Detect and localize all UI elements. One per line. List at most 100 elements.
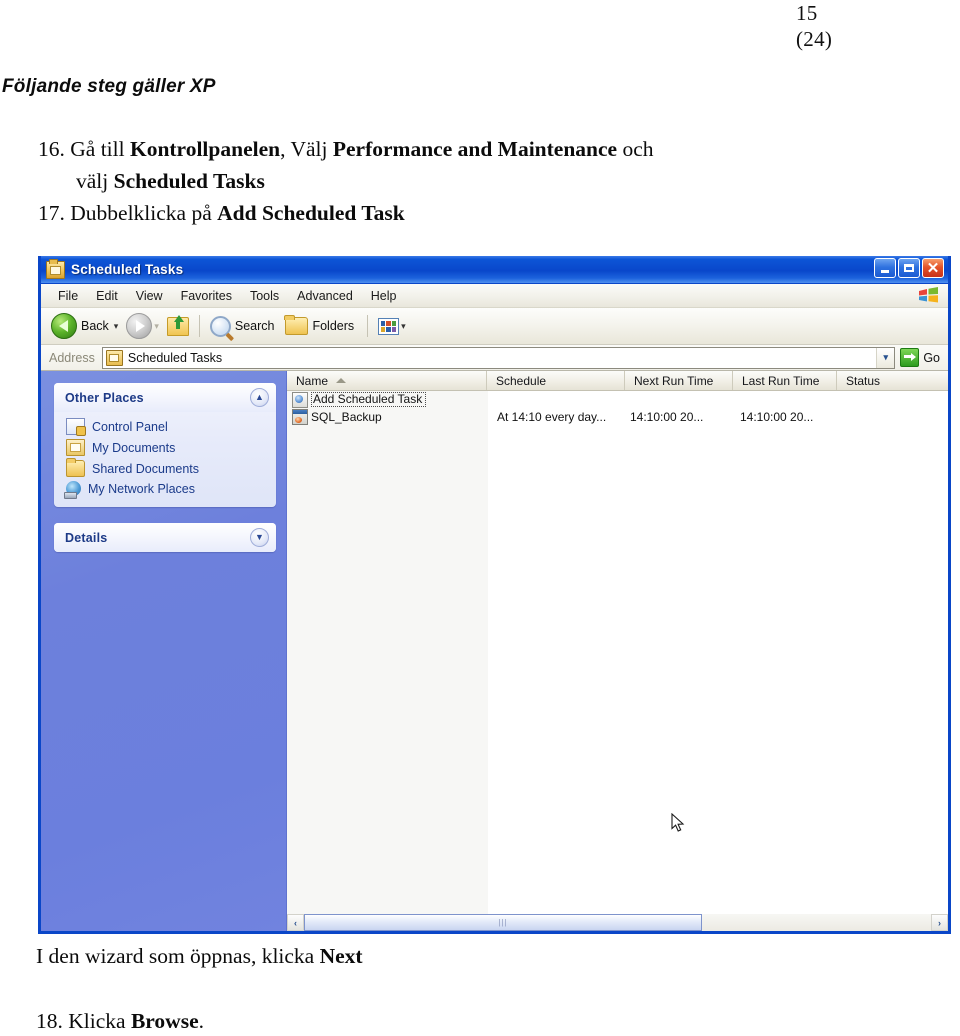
close-icon: ✕ [926, 259, 940, 277]
explorer-sidebar: Other Places ▲ Control Panel My Document… [41, 371, 287, 931]
after-screenshot-text: I den wizard som öppnas, klicka Next [36, 941, 363, 971]
go-button[interactable]: Go [895, 348, 948, 367]
step-16-number: 16. [38, 137, 65, 161]
sidebar-item-label: Shared Documents [92, 461, 200, 476]
scrollbar-grip: ||| [498, 918, 508, 927]
cell-last-run-time: 14:10:00 20... [740, 409, 814, 424]
step-16-bold-b: Performance and Maintenance [332, 137, 618, 161]
other-places-header[interactable]: Other Places ▲ [54, 383, 276, 412]
column-header-schedule[interactable]: Schedule [487, 371, 625, 390]
horizontal-scrollbar[interactable]: ‹ ||| › [287, 914, 948, 931]
window-titlebar: Scheduled Tasks ✕ [41, 256, 948, 284]
go-label: Go [923, 350, 940, 365]
views-dropdown-icon[interactable]: ▾ [401, 321, 406, 332]
column-header-status[interactable]: Status [837, 371, 947, 390]
scheduled-tasks-window: Scheduled Tasks ✕ File Edit View Favorit… [38, 256, 951, 934]
scrollbar-thumb[interactable]: ||| [304, 914, 703, 931]
menu-tools[interactable]: Tools [241, 288, 288, 304]
scroll-left-button[interactable]: ‹ [287, 914, 304, 931]
folders-button[interactable]: Folders [281, 311, 361, 341]
step-16-text-b: , Välj [280, 137, 333, 161]
step-16-line2-bold: Scheduled Tasks [113, 169, 265, 193]
scheduled-tasks-icon [46, 258, 65, 279]
back-button[interactable]: Back ▾ [47, 311, 122, 341]
address-input[interactable]: Scheduled Tasks ▾ [101, 346, 896, 369]
sidebar-item-label: My Documents [92, 440, 176, 455]
magnifier-icon [209, 315, 231, 337]
column-header-name[interactable]: Name [287, 371, 487, 390]
up-folder-icon [166, 314, 189, 336]
sidebar-item-control-panel[interactable]: Control Panel [54, 416, 276, 437]
table-row[interactable]: Add Scheduled Task [287, 391, 948, 408]
sidebar-item-label: My Network Places [88, 481, 195, 496]
task-name-label: SQL_Backup [311, 409, 382, 424]
window-title: Scheduled Tasks [71, 262, 184, 277]
page-number-current: 15 [796, 1, 818, 25]
window-controls: ✕ [874, 258, 944, 278]
step-17-text-a: Dubbelklicka på [70, 201, 218, 225]
menu-help[interactable]: Help [362, 288, 406, 304]
search-label: Search [234, 319, 275, 333]
page-number: 15 (24) [796, 0, 916, 52]
cell-next-run-time: 14:10:00 20... [630, 409, 704, 424]
menubar: File Edit View Favorites Tools Advanced … [41, 284, 948, 308]
toolbar-separator-1 [198, 315, 200, 337]
scrollbar-track[interactable]: ||| [304, 914, 931, 931]
minimize-button[interactable] [874, 258, 896, 278]
views-icon [378, 317, 400, 335]
other-places-title: Other Places [65, 390, 144, 405]
instruction-steps: 16. Gå till Kontrollpanelen, Välj Perfor… [38, 133, 918, 229]
chevron-down-icon: ▾ [883, 352, 889, 362]
my-documents-icon [66, 439, 85, 456]
shared-documents-icon [66, 458, 85, 477]
chevron-down-icon[interactable]: ▼ [250, 528, 269, 547]
forward-dropdown-icon[interactable]: ▾ [154, 321, 159, 332]
details-panel: Details ▼ [54, 523, 276, 552]
sidebar-item-shared-documents[interactable]: Shared Documents [54, 458, 276, 479]
task-rows: Add Scheduled Task SQL_Backup At 14:10 e… [287, 391, 948, 914]
menu-view[interactable]: View [127, 288, 172, 304]
after-screenshot-bold: Next [319, 944, 363, 968]
step-18-number: 18. [36, 1009, 63, 1033]
other-places-list: Control Panel My Documents Shared Docume… [54, 412, 276, 507]
table-row[interactable]: SQL_Backup At 14:10 every day... 14:10:0… [287, 408, 948, 425]
sort-ascending-icon [336, 378, 347, 383]
address-value: Scheduled Tasks [127, 350, 223, 365]
sidebar-item-my-network-places[interactable]: My Network Places [54, 479, 276, 499]
column-header-next-run-time[interactable]: Next Run Time [625, 371, 733, 390]
close-button[interactable]: ✕ [922, 258, 944, 278]
list-column-headers: Name Schedule Next Run Time Last Run Tim… [287, 371, 948, 391]
column-header-label: Schedule [496, 373, 547, 388]
chevron-up-icon[interactable]: ▲ [250, 388, 269, 407]
step-16-bold-a: Kontrollpanelen [129, 137, 281, 161]
folders-label: Folders [312, 319, 355, 333]
column-header-last-run-time[interactable]: Last Run Time [733, 371, 837, 390]
page-number-total: (24) [796, 27, 833, 51]
column-header-label: Name [296, 373, 329, 388]
menu-advanced[interactable]: Advanced [288, 288, 362, 304]
menu-favorites[interactable]: Favorites [172, 288, 241, 304]
up-button[interactable] [163, 311, 193, 341]
back-dropdown-icon[interactable]: ▾ [114, 321, 119, 332]
step-17-bold-a: Add Scheduled Task [217, 201, 405, 225]
menu-edit[interactable]: Edit [87, 288, 127, 304]
add-scheduled-task-icon [292, 391, 308, 408]
search-button[interactable]: Search [206, 311, 282, 341]
cell-name: SQL_Backup [287, 408, 488, 425]
menu-file[interactable]: File [49, 288, 87, 304]
address-label: Address [49, 350, 95, 365]
step-16-line2: välj Scheduled Tasks [38, 165, 918, 197]
step-17-number: 17. [38, 201, 65, 225]
windows-flag-icon [919, 287, 938, 303]
scroll-right-button[interactable]: › [931, 914, 948, 931]
folder-icon [284, 315, 309, 335]
views-button[interactable]: ▾ [374, 311, 410, 341]
scheduled-tasks-icon [105, 349, 123, 366]
details-header[interactable]: Details ▼ [54, 523, 276, 552]
forward-button[interactable]: ▾ [122, 311, 163, 341]
control-panel-icon [66, 418, 86, 436]
address-bar: Address Scheduled Tasks ▾ Go [41, 345, 948, 371]
maximize-button[interactable] [898, 258, 920, 278]
address-dropdown-button[interactable]: ▾ [876, 347, 895, 368]
sidebar-item-my-documents[interactable]: My Documents [54, 437, 276, 458]
